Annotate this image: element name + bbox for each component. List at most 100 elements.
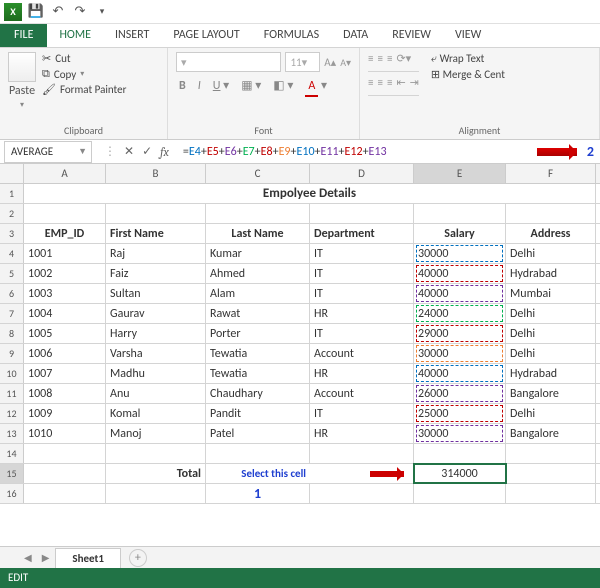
cell-firstname[interactable]: Madhu <box>106 364 206 383</box>
increase-indent-icon[interactable]: ⇥ <box>410 76 419 95</box>
col-header-F[interactable]: F <box>506 164 596 183</box>
merge-center-button[interactable]: ⊞ Merge & Cent <box>431 68 505 81</box>
col-header-D[interactable]: D <box>310 164 414 183</box>
align-top-icon[interactable]: ≡ <box>368 52 373 71</box>
cell-firstname[interactable]: Sultan <box>106 284 206 303</box>
tab-file[interactable]: FILE <box>0 24 47 47</box>
select-all-corner[interactable] <box>0 164 24 183</box>
paste-button[interactable]: Paste ▾ <box>8 52 36 110</box>
decrease-font-icon[interactable]: A▾ <box>340 56 351 69</box>
row-header[interactable]: 10 <box>0 364 24 383</box>
row-header[interactable]: 5 <box>0 264 24 283</box>
align-center-icon[interactable]: ≡ <box>377 76 382 95</box>
cell-firstname[interactable]: Komal <box>106 404 206 423</box>
tab-insert[interactable]: INSERT <box>103 24 161 47</box>
row-header[interactable]: 4 <box>0 244 24 263</box>
cell-empid[interactable]: 1005 <box>24 324 106 343</box>
cell-empid[interactable]: 1008 <box>24 384 106 403</box>
table-title[interactable]: Empolyee Details <box>24 184 596 203</box>
cell-firstname[interactable]: Faiz <box>106 264 206 283</box>
decrease-indent-icon[interactable]: ⇤ <box>396 76 405 95</box>
row-header[interactable]: 14 <box>0 444 24 463</box>
add-sheet-button[interactable]: + <box>129 549 147 567</box>
cell-department[interactable]: IT <box>310 244 414 263</box>
cell-empid[interactable]: 1003 <box>24 284 106 303</box>
cell-empid[interactable]: 1001 <box>24 244 106 263</box>
row-header[interactable]: 15 <box>0 464 24 483</box>
cancel-formula-icon[interactable]: ✕ <box>124 144 134 159</box>
cell-empid[interactable]: 1009 <box>24 404 106 423</box>
cell-salary[interactable]: 40000 <box>414 264 506 283</box>
active-cell[interactable]: 314000 <box>414 464 506 483</box>
align-middle-icon[interactable]: ≡ <box>377 52 382 71</box>
col-header-B[interactable]: B <box>106 164 206 183</box>
redo-icon[interactable]: ↷ <box>72 4 88 20</box>
accept-formula-icon[interactable]: ✓ <box>142 144 152 159</box>
border-button[interactable]: ▦ ▾ <box>238 76 264 95</box>
cell-firstname[interactable]: Manoj <box>106 424 206 443</box>
chevron-down-icon[interactable]: ▼ <box>78 146 91 157</box>
cell-salary[interactable]: 24000 <box>414 304 506 323</box>
cell-firstname[interactable]: Gaurav <box>106 304 206 323</box>
row-header[interactable]: 1 <box>0 184 24 203</box>
row-header[interactable]: 9 <box>0 344 24 363</box>
header-address[interactable]: Address <box>506 224 596 243</box>
format-painter-button[interactable]: 🖌Format Painter <box>42 83 126 96</box>
cell-salary[interactable]: 25000 <box>414 404 506 423</box>
cell-address[interactable]: Bangalore <box>506 384 596 403</box>
save-icon[interactable]: 💾 <box>28 4 44 20</box>
font-color-button[interactable]: A ▾ <box>302 76 330 95</box>
cell-address[interactable]: Hydrabad <box>506 364 596 383</box>
fill-color-button[interactable]: ◧ ▾ <box>270 76 296 95</box>
row-header[interactable]: 13 <box>0 424 24 443</box>
col-header-E[interactable]: E <box>414 164 506 183</box>
cell-address[interactable]: Delhi <box>506 324 596 343</box>
cell-salary[interactable]: 26000 <box>414 384 506 403</box>
cell-department[interactable]: HR <box>310 424 414 443</box>
cell-empid[interactable]: 1007 <box>24 364 106 383</box>
orientation-icon[interactable]: ⟳▾ <box>396 52 411 71</box>
header-department[interactable]: Department <box>310 224 414 243</box>
align-right-icon[interactable]: ≡ <box>387 76 392 95</box>
cell-empid[interactable]: 1004 <box>24 304 106 323</box>
header-salary[interactable]: Salary <box>414 224 506 243</box>
tab-home[interactable]: HOME <box>47 24 103 47</box>
cell-firstname[interactable]: Anu <box>106 384 206 403</box>
cell-address[interactable]: Mumbai <box>506 284 596 303</box>
row-header[interactable]: 11 <box>0 384 24 403</box>
cell-lastname[interactable]: Tewatia <box>206 364 310 383</box>
cell-address[interactable]: Bangalore <box>506 424 596 443</box>
font-size-combo[interactable]: 11 ▾ <box>285 52 320 72</box>
fx-icon[interactable]: fx <box>160 145 169 159</box>
cell-department[interactable]: IT <box>310 264 414 283</box>
align-bottom-icon[interactable]: ≡ <box>387 52 392 71</box>
cell-salary[interactable]: 29000 <box>414 324 506 343</box>
sheet-nav-next-icon[interactable]: ▶ <box>38 551 54 564</box>
row-header[interactable]: 3 <box>0 224 24 243</box>
tab-page-layout[interactable]: PAGE LAYOUT <box>161 24 251 47</box>
copy-button[interactable]: ⧉Copy ▾ <box>42 67 126 81</box>
cut-button[interactable]: ✂Cut <box>42 52 126 65</box>
cell-salary[interactable]: 30000 <box>414 424 506 443</box>
cell-firstname[interactable]: Varsha <box>106 344 206 363</box>
cell-lastname[interactable]: Porter <box>206 324 310 343</box>
cell-lastname[interactable]: Rawat <box>206 304 310 323</box>
tab-view[interactable]: VIEW <box>443 24 493 47</box>
increase-font-icon[interactable]: A▴ <box>324 56 336 69</box>
row-header[interactable]: 8 <box>0 324 24 343</box>
cell-empid[interactable]: 1002 <box>24 264 106 283</box>
tab-formulas[interactable]: FORMULAS <box>252 24 331 47</box>
cell-department[interactable]: IT <box>310 284 414 303</box>
row-header[interactable]: 16 <box>0 484 24 503</box>
cell-department[interactable]: HR <box>310 364 414 383</box>
cell-lastname[interactable]: Alam <box>206 284 310 303</box>
cell-empid[interactable]: 1010 <box>24 424 106 443</box>
header-lastname[interactable]: Last Name <box>206 224 310 243</box>
cell-empid[interactable]: 1006 <box>24 344 106 363</box>
col-header-C[interactable]: C <box>206 164 310 183</box>
row-header[interactable]: 2 <box>0 204 24 223</box>
spreadsheet-grid[interactable]: ABCDEF 1 Empolyee Details 2 3EMP_ID Firs… <box>0 164 600 504</box>
tab-review[interactable]: REVIEW <box>380 24 443 47</box>
undo-icon[interactable]: ↶ <box>50 4 66 20</box>
sheet-nav-prev-icon[interactable]: ◀ <box>20 551 36 564</box>
